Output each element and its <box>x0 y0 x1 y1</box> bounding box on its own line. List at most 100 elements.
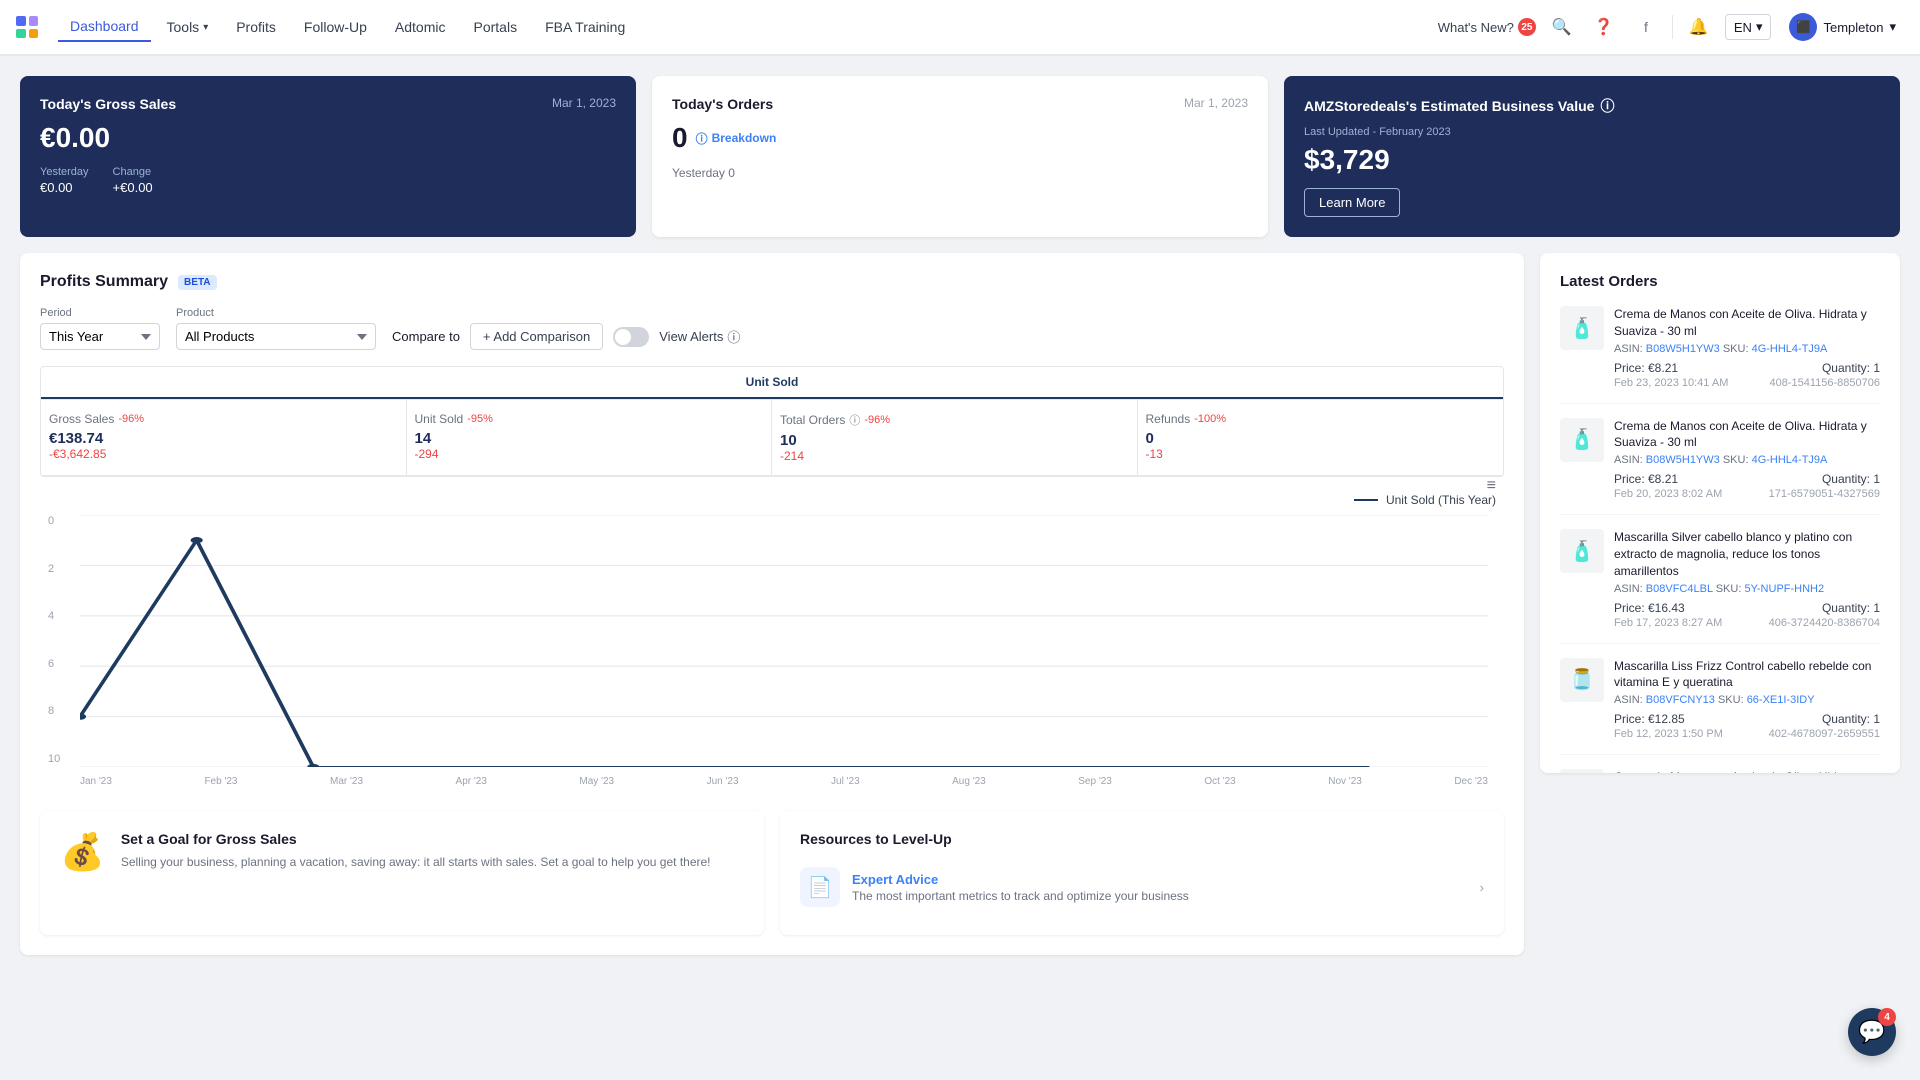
resource-arrow: › <box>1480 880 1484 895</box>
nav-item-dashboard[interactable]: Dashboard <box>58 12 151 42</box>
chat-button[interactable]: 💬 4 <box>1848 1008 1896 1056</box>
gross-sales-yesterday: Yesterday €0.00 <box>40 166 89 195</box>
nav-item-adtomic[interactable]: Adtomic <box>383 13 458 41</box>
goal-content: Set a Goal for Gross Sales Selling your … <box>121 831 711 871</box>
whats-new-btn[interactable]: What's New? 25 <box>1438 18 1536 36</box>
main-content: Today's Gross Sales Mar 1, 2023 €0.00 Ye… <box>0 56 1920 975</box>
orders-title: Today's Orders <box>672 96 773 112</box>
stats-row: Gross Sales -96% €138.74 -€3,642.85 Unit… <box>41 400 1503 476</box>
order-name-4: Mascarilla Liss Frizz Control cabello re… <box>1614 658 1880 692</box>
goal-icon: 💰 <box>60 831 105 873</box>
order-sku-link-4[interactable]: 66-XE1I-3IDY <box>1747 694 1815 706</box>
breakdown-link[interactable]: ⓘ Breakdown <box>696 130 777 147</box>
order-thumb-4: 🫙 <box>1560 658 1604 702</box>
app-logo[interactable] <box>16 16 38 38</box>
nav-item-followup[interactable]: Follow-Up <box>292 13 379 41</box>
orders-yesterday-value: 0 <box>728 166 735 180</box>
order-price-row-3: Price: €16.43 Quantity: 1 <box>1614 601 1880 615</box>
gross-sales-change: Change +€0.00 <box>113 166 153 195</box>
order-sku-link-2[interactable]: 4G-HHL4-TJ9A <box>1752 454 1828 466</box>
goal-desc: Selling your business, planning a vacati… <box>121 853 711 871</box>
order-info-1: Crema de Manos con Aceite de Oliva. Hidr… <box>1614 306 1880 389</box>
order-asin-link-2[interactable]: B08W5H1YW3 <box>1646 454 1720 466</box>
order-name-1: Crema de Manos con Aceite de Oliva. Hidr… <box>1614 306 1880 340</box>
product-label: Product <box>176 307 376 319</box>
help-btn[interactable]: ❓ <box>1588 11 1620 43</box>
orders-count-row: 0 ⓘ Breakdown <box>672 122 1248 154</box>
order-asin-1: ASIN: B08W5H1YW3 SKU: 4G-HHL4-TJ9A <box>1614 343 1880 355</box>
goal-card: 💰 Set a Goal for Gross Sales Selling you… <box>40 811 764 935</box>
divider <box>1672 15 1673 39</box>
add-comparison-button[interactable]: + Add Comparison <box>470 323 603 350</box>
stat-total-orders: Total Orders ⓘ -96% 10 -214 <box>772 400 1138 475</box>
lang-selector[interactable]: EN ▾ <box>1725 14 1772 40</box>
order-asin-link-3[interactable]: B08VFC4LBL <box>1646 583 1713 595</box>
chart-menu-btn[interactable]: ≡ <box>1487 477 1496 495</box>
period-select[interactable]: This Year This Month Last Month <box>40 323 160 350</box>
nav-item-profits[interactable]: Profits <box>224 13 288 41</box>
chat-badge: 4 <box>1878 1008 1896 1026</box>
orders-yesterday-row: Yesterday 0 <box>672 166 1248 180</box>
stats-container: Unit Sold Gross Sales -96% €138.74 -€3,6… <box>40 366 1504 477</box>
order-name-5: Crema de Manos con Aceite de Oliva. Hidr… <box>1614 769 1880 773</box>
y-axis: 10 8 6 4 2 0 <box>48 515 76 765</box>
order-date-row-3: Feb 17, 2023 8:27 AM 406-3724420-8386704 <box>1614 617 1880 629</box>
bottom-section: Profits Summary BETA Period This Year Th… <box>20 253 1900 955</box>
bv-amount: $3,729 <box>1304 144 1880 176</box>
goal-title: Set a Goal for Gross Sales <box>121 831 711 847</box>
bv-header: AMZStoredeals's Estimated Business Value… <box>1304 96 1880 116</box>
order-name-2: Crema de Manos con Aceite de Oliva. Hidr… <box>1614 418 1880 452</box>
order-item-5: 🧴 Crema de Manos con Aceite de Oliva. Hi… <box>1560 769 1880 773</box>
orders-card: Today's Orders Mar 1, 2023 0 ⓘ Breakdown… <box>652 76 1268 237</box>
order-date-row-2: Feb 20, 2023 8:02 AM 171-6579051-4327569 <box>1614 488 1880 500</box>
whats-new-badge: 25 <box>1518 18 1536 36</box>
stats-tab-bar: Unit Sold <box>41 367 1503 400</box>
user-menu-btn[interactable]: ⬛ Templeton ▾ <box>1781 9 1904 45</box>
ps-title: Profits Summary <box>40 273 168 291</box>
compare-row: Compare to + Add Comparison View Alerts … <box>392 323 740 350</box>
order-date-row-4: Feb 12, 2023 1:50 PM 402-4678097-2659551 <box>1614 728 1880 740</box>
gross-sales-card: Today's Gross Sales Mar 1, 2023 €0.00 Ye… <box>20 76 636 237</box>
order-asin-link-4[interactable]: B08VFCNY13 <box>1646 694 1715 706</box>
order-asin-link-1[interactable]: B08W5H1YW3 <box>1646 343 1720 355</box>
resource-info: Expert Advice The most important metrics… <box>852 872 1189 903</box>
search-btn[interactable]: 🔍 <box>1546 11 1578 43</box>
order-sku-link-3[interactable]: 5Y-NUPF-HNH2 <box>1744 583 1824 595</box>
order-item-1: 🧴 Crema de Manos con Aceite de Oliva. Hi… <box>1560 306 1880 404</box>
latest-orders-panel: Latest Orders 🧴 Crema de Manos con Aceit… <box>1540 253 1900 773</box>
compare-to-label: Compare to <box>392 329 460 344</box>
learn-more-button[interactable]: Learn More <box>1304 188 1400 217</box>
order-info-3: Mascarilla Silver cabello blanco y plati… <box>1614 529 1880 628</box>
product-select[interactable]: All Products <box>176 323 376 350</box>
nav-item-fba[interactable]: FBA Training <box>533 13 637 41</box>
chart-plot <box>80 515 1488 767</box>
ps-header: Profits Summary BETA <box>40 273 1504 291</box>
ps-filters: Period This Year This Month Last Month P… <box>40 307 1504 350</box>
gross-sales-meta: Yesterday €0.00 Change +€0.00 <box>40 166 616 195</box>
facebook-btn[interactable]: f <box>1630 11 1662 43</box>
order-name-3: Mascarilla Silver cabello blanco y plati… <box>1614 529 1880 579</box>
bottom-cards: 💰 Set a Goal for Gross Sales Selling you… <box>40 811 1504 935</box>
resources-card: Resources to Level-Up 📄 Expert Advice Th… <box>780 811 1504 935</box>
resource-icon-expert: 📄 <box>800 867 840 907</box>
order-sku-link-1[interactable]: 4G-HHL4-TJ9A <box>1752 343 1828 355</box>
notifications-btn[interactable]: 🔔 <box>1683 11 1715 43</box>
bv-title: AMZStoredeals's Estimated Business Value… <box>1304 96 1614 116</box>
order-asin-2: ASIN: B08W5H1YW3 SKU: 4G-HHL4-TJ9A <box>1614 454 1880 466</box>
resource-item-expert[interactable]: 📄 Expert Advice The most important metri… <box>800 859 1484 915</box>
nav-item-portals[interactable]: Portals <box>462 13 530 41</box>
tab-unit-sold[interactable]: Unit Sold <box>41 367 1503 399</box>
order-info-4: Mascarilla Liss Frizz Control cabello re… <box>1614 658 1880 741</box>
chart-container: 10 8 6 4 2 0 <box>48 515 1496 795</box>
resource-desc: The most important metrics to track and … <box>852 889 1189 903</box>
bv-updated: Last Updated - February 2023 <box>1304 126 1880 138</box>
order-thumb-2: 🧴 <box>1560 418 1604 462</box>
x-labels: Jan '23 Feb '23 Mar '23 Apr '23 May '23 … <box>80 767 1488 795</box>
order-thumb-1: 🧴 <box>1560 306 1604 350</box>
order-thumb-5: 🧴 <box>1560 769 1604 773</box>
chart-area: Unit Sold (This Year) ≡ 10 8 6 4 2 0 <box>40 477 1504 811</box>
order-item-2: 🧴 Crema de Manos con Aceite de Oliva. Hi… <box>1560 418 1880 516</box>
stat-refunds: Refunds -100% 0 -13 <box>1138 400 1504 475</box>
view-alerts-toggle[interactable] <box>613 327 649 347</box>
nav-item-tools[interactable]: Tools ▾ <box>155 13 221 41</box>
